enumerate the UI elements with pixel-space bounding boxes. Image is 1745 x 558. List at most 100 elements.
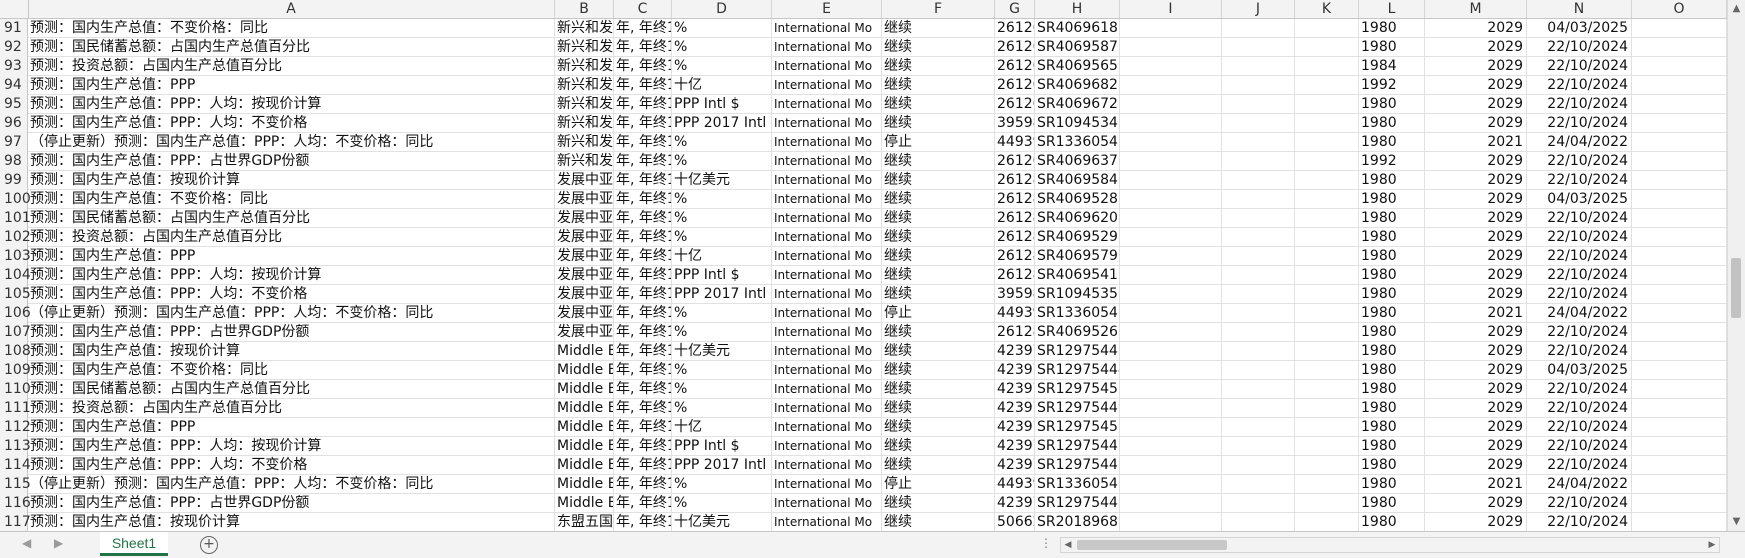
cell-n[interactable]: 24/04/2022 — [1527, 304, 1632, 323]
cell-o[interactable] — [1632, 114, 1727, 133]
cell-b[interactable]: 新兴和发展中欧洲 — [555, 152, 614, 171]
cell-d[interactable]: PPP 2017 Intl $ — [672, 456, 772, 475]
cell-g[interactable]: 261285301 — [995, 323, 1035, 342]
cell-d[interactable]: PPP Intl $ — [672, 95, 772, 114]
cell-k[interactable] — [1295, 418, 1359, 437]
cell-n[interactable]: 22/10/2024 — [1527, 418, 1632, 437]
cell-m[interactable]: 2029 — [1425, 494, 1527, 513]
tab-next-icon[interactable]: ▶ — [54, 536, 63, 550]
cell-g[interactable]: 261261101 — [995, 152, 1035, 171]
cell-i[interactable] — [1120, 95, 1222, 114]
cell-i[interactable] — [1120, 437, 1222, 456]
cell-o[interactable] — [1632, 133, 1727, 152]
cell-m[interactable]: 2029 — [1425, 114, 1527, 133]
cell-i[interactable] — [1120, 190, 1222, 209]
cell-m[interactable]: 2029 — [1425, 513, 1527, 531]
row-number[interactable]: 96 — [0, 114, 28, 133]
cell-l[interactable]: 1980 — [1359, 247, 1425, 266]
cell-f[interactable]: 继续 — [882, 456, 995, 475]
row-number[interactable]: 93 — [0, 57, 28, 76]
cell-d[interactable]: PPP 2017 Intl $ — [672, 114, 772, 133]
cell-n[interactable]: 22/10/2024 — [1527, 209, 1632, 228]
cell-f[interactable]: 继续 — [882, 95, 995, 114]
cell-j[interactable] — [1222, 285, 1295, 304]
cell-b[interactable]: Middle East and C — [555, 342, 614, 361]
cell-d[interactable]: % — [672, 475, 772, 494]
row-number[interactable]: 94 — [0, 76, 28, 95]
cell-f[interactable]: 继续 — [882, 171, 995, 190]
cell-e[interactable]: International Mo — [772, 266, 882, 285]
cell-a[interactable]: 预测：国内生产总值：PPP — [28, 247, 555, 266]
cell-c[interactable]: 年, 年终12月 — [614, 95, 672, 114]
cell-o[interactable] — [1632, 171, 1727, 190]
cell-e[interactable]: International Mo — [772, 190, 882, 209]
cell-d[interactable]: % — [672, 190, 772, 209]
cell-e[interactable]: International Mo — [772, 57, 882, 76]
cell-g[interactable]: 423978757 — [995, 342, 1035, 361]
cell-c[interactable]: 年, 年终12月 — [614, 399, 672, 418]
cell-d[interactable]: % — [672, 380, 772, 399]
cell-o[interactable] — [1632, 152, 1727, 171]
cell-b[interactable]: 新兴和发展中欧洲 — [555, 38, 614, 57]
cell-k[interactable] — [1295, 380, 1359, 399]
cell-b[interactable]: Middle East and C — [555, 399, 614, 418]
cell-h[interactable]: SR129754467 — [1035, 437, 1120, 456]
cell-a[interactable]: 预测：国内生产总值：PPP：人均：不变价格 — [28, 114, 555, 133]
row-number[interactable]: 116 — [0, 494, 31, 513]
cell-l[interactable]: 1980 — [1359, 114, 1425, 133]
scroll-right-icon[interactable]: ▶ — [1705, 538, 1719, 552]
cell-g[interactable]: 449393427 — [995, 304, 1035, 323]
cell-e[interactable]: International Mo — [772, 247, 882, 266]
cell-d[interactable]: % — [672, 133, 772, 152]
cell-i[interactable] — [1120, 494, 1222, 513]
cell-a[interactable]: 预测：投资总额：占国内生产总值百分比 — [28, 399, 555, 418]
cell-e[interactable]: International Mo — [772, 114, 882, 133]
sheet-tab[interactable]: Sheet1 — [100, 532, 168, 556]
cell-l[interactable]: 1980 — [1359, 361, 1425, 380]
column-header-m[interactable]: M — [1425, 0, 1527, 18]
cell-e[interactable]: International Mo — [772, 19, 882, 38]
cell-k[interactable] — [1295, 38, 1359, 57]
cell-o[interactable] — [1632, 399, 1727, 418]
cell-k[interactable] — [1295, 228, 1359, 247]
cell-a[interactable]: 预测：国内生产总值：PPP：人均：按现价计算 — [28, 437, 555, 456]
cell-a[interactable]: 预测：国民储蓄总额：占国内生产总值百分比 — [28, 209, 555, 228]
cell-k[interactable] — [1295, 57, 1359, 76]
cell-k[interactable] — [1295, 19, 1359, 38]
row-number[interactable]: 105 — [0, 285, 31, 304]
row-number[interactable]: 108 — [0, 342, 31, 361]
cell-g[interactable]: 261285501 — [995, 209, 1035, 228]
cell-h[interactable]: SR4069526 — [1035, 323, 1120, 342]
cell-m[interactable]: 2021 — [1425, 475, 1527, 494]
column-header-a[interactable]: A — [28, 0, 555, 18]
cell-a[interactable]: 预测：国内生产总值：按现价计算 — [28, 171, 555, 190]
cell-l[interactable]: 1980 — [1359, 513, 1425, 531]
cell-l[interactable]: 1980 — [1359, 228, 1425, 247]
cell-d[interactable]: 十亿美元 — [672, 513, 772, 531]
cell-n[interactable]: 04/03/2025 — [1527, 361, 1632, 380]
cell-o[interactable] — [1632, 323, 1727, 342]
cell-l[interactable]: 1980 — [1359, 437, 1425, 456]
row-number[interactable]: 110 — [0, 380, 31, 399]
cell-c[interactable]: 年, 年终12月 — [614, 19, 672, 38]
cell-c[interactable]: 年, 年终12月 — [614, 513, 672, 531]
cell-a[interactable]: 预测：国内生产总值：PPP：占世界GDP份额 — [28, 494, 555, 513]
row-number[interactable]: 97 — [0, 133, 28, 152]
cell-n[interactable]: 22/10/2024 — [1527, 247, 1632, 266]
row-number[interactable]: 113 — [0, 437, 31, 456]
cell-a[interactable]: （停止更新）预测：国内生产总值：PPP：人均：不变价格：同比 — [28, 133, 555, 152]
cell-a[interactable]: 预测：投资总额：占国内生产总值百分比 — [28, 228, 555, 247]
cell-d[interactable]: PPP Intl $ — [672, 437, 772, 456]
cell-b[interactable]: 新兴和发展中欧洲 — [555, 57, 614, 76]
cell-e[interactable]: International Mo — [772, 399, 882, 418]
cell-j[interactable] — [1222, 418, 1295, 437]
cell-f[interactable]: 继续 — [882, 285, 995, 304]
column-header-l[interactable]: L — [1359, 0, 1425, 18]
cell-f[interactable]: 继续 — [882, 38, 995, 57]
cell-c[interactable]: 年, 年终12月 — [614, 361, 672, 380]
cell-k[interactable] — [1295, 95, 1359, 114]
cell-o[interactable] — [1632, 285, 1727, 304]
select-all-corner[interactable] — [0, 0, 29, 18]
cell-n[interactable]: 22/10/2024 — [1527, 228, 1632, 247]
cell-c[interactable]: 年, 年终12月 — [614, 494, 672, 513]
